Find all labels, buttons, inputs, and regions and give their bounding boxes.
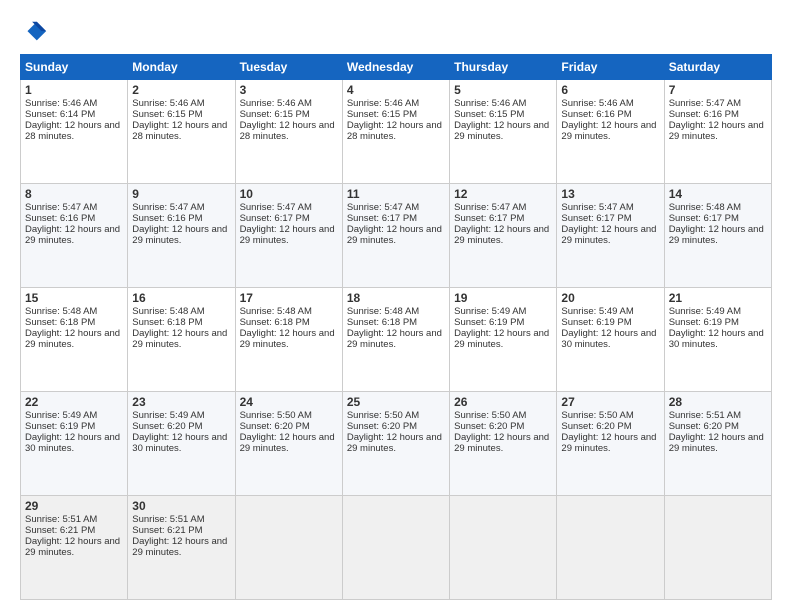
logo (20, 18, 52, 46)
day-header-friday: Friday (557, 55, 664, 80)
calendar-cell: 17Sunrise: 5:48 AMSunset: 6:18 PMDayligh… (235, 288, 342, 392)
calendar-table: SundayMondayTuesdayWednesdayThursdayFrid… (20, 54, 772, 600)
calendar-cell: 4Sunrise: 5:46 AMSunset: 6:15 PMDaylight… (342, 80, 449, 184)
calendar-cell: 9Sunrise: 5:47 AMSunset: 6:16 PMDaylight… (128, 184, 235, 288)
header (20, 18, 772, 46)
calendar-cell: 11Sunrise: 5:47 AMSunset: 6:17 PMDayligh… (342, 184, 449, 288)
day-number: 26 (454, 395, 552, 409)
calendar-cell: 19Sunrise: 5:49 AMSunset: 6:19 PMDayligh… (450, 288, 557, 392)
calendar-week-row: 8Sunrise: 5:47 AMSunset: 6:16 PMDaylight… (21, 184, 772, 288)
calendar-header-row: SundayMondayTuesdayWednesdayThursdayFrid… (21, 55, 772, 80)
calendar-cell (342, 496, 449, 600)
calendar-cell (450, 496, 557, 600)
day-number: 2 (132, 83, 230, 97)
day-number: 20 (561, 291, 659, 305)
day-number: 12 (454, 187, 552, 201)
calendar-cell: 24Sunrise: 5:50 AMSunset: 6:20 PMDayligh… (235, 392, 342, 496)
calendar-cell: 2Sunrise: 5:46 AMSunset: 6:15 PMDaylight… (128, 80, 235, 184)
calendar-cell (664, 496, 771, 600)
day-number: 14 (669, 187, 767, 201)
calendar-cell: 16Sunrise: 5:48 AMSunset: 6:18 PMDayligh… (128, 288, 235, 392)
calendar-cell: 29Sunrise: 5:51 AMSunset: 6:21 PMDayligh… (21, 496, 128, 600)
day-number: 21 (669, 291, 767, 305)
day-number: 11 (347, 187, 445, 201)
day-header-saturday: Saturday (664, 55, 771, 80)
day-number: 1 (25, 83, 123, 97)
day-number: 28 (669, 395, 767, 409)
day-header-sunday: Sunday (21, 55, 128, 80)
calendar-cell: 26Sunrise: 5:50 AMSunset: 6:20 PMDayligh… (450, 392, 557, 496)
day-header-wednesday: Wednesday (342, 55, 449, 80)
calendar-cell: 27Sunrise: 5:50 AMSunset: 6:20 PMDayligh… (557, 392, 664, 496)
calendar-week-row: 29Sunrise: 5:51 AMSunset: 6:21 PMDayligh… (21, 496, 772, 600)
day-number: 8 (25, 187, 123, 201)
calendar-week-row: 1Sunrise: 5:46 AMSunset: 6:14 PMDaylight… (21, 80, 772, 184)
calendar-cell: 3Sunrise: 5:46 AMSunset: 6:15 PMDaylight… (235, 80, 342, 184)
calendar-cell: 22Sunrise: 5:49 AMSunset: 6:19 PMDayligh… (21, 392, 128, 496)
day-header-thursday: Thursday (450, 55, 557, 80)
day-number: 19 (454, 291, 552, 305)
day-number: 3 (240, 83, 338, 97)
calendar-cell (235, 496, 342, 600)
day-number: 27 (561, 395, 659, 409)
day-number: 25 (347, 395, 445, 409)
calendar-week-row: 15Sunrise: 5:48 AMSunset: 6:18 PMDayligh… (21, 288, 772, 392)
day-number: 22 (25, 395, 123, 409)
calendar-cell: 1Sunrise: 5:46 AMSunset: 6:14 PMDaylight… (21, 80, 128, 184)
calendar-cell: 5Sunrise: 5:46 AMSunset: 6:15 PMDaylight… (450, 80, 557, 184)
calendar-cell: 21Sunrise: 5:49 AMSunset: 6:19 PMDayligh… (664, 288, 771, 392)
calendar-cell: 15Sunrise: 5:48 AMSunset: 6:18 PMDayligh… (21, 288, 128, 392)
calendar-cell: 30Sunrise: 5:51 AMSunset: 6:21 PMDayligh… (128, 496, 235, 600)
calendar-week-row: 22Sunrise: 5:49 AMSunset: 6:19 PMDayligh… (21, 392, 772, 496)
day-number: 10 (240, 187, 338, 201)
calendar-cell: 23Sunrise: 5:49 AMSunset: 6:20 PMDayligh… (128, 392, 235, 496)
calendar-cell: 10Sunrise: 5:47 AMSunset: 6:17 PMDayligh… (235, 184, 342, 288)
logo-icon (20, 18, 48, 46)
day-number: 4 (347, 83, 445, 97)
day-number: 7 (669, 83, 767, 97)
day-number: 6 (561, 83, 659, 97)
day-number: 30 (132, 499, 230, 513)
calendar-cell: 14Sunrise: 5:48 AMSunset: 6:17 PMDayligh… (664, 184, 771, 288)
day-number: 15 (25, 291, 123, 305)
calendar-cell (557, 496, 664, 600)
day-header-tuesday: Tuesday (235, 55, 342, 80)
day-number: 17 (240, 291, 338, 305)
day-number: 23 (132, 395, 230, 409)
calendar-cell: 8Sunrise: 5:47 AMSunset: 6:16 PMDaylight… (21, 184, 128, 288)
calendar-cell: 20Sunrise: 5:49 AMSunset: 6:19 PMDayligh… (557, 288, 664, 392)
day-number: 18 (347, 291, 445, 305)
day-number: 13 (561, 187, 659, 201)
day-number: 24 (240, 395, 338, 409)
calendar-cell: 28Sunrise: 5:51 AMSunset: 6:20 PMDayligh… (664, 392, 771, 496)
day-header-monday: Monday (128, 55, 235, 80)
calendar-cell: 6Sunrise: 5:46 AMSunset: 6:16 PMDaylight… (557, 80, 664, 184)
day-number: 29 (25, 499, 123, 513)
calendar-cell: 12Sunrise: 5:47 AMSunset: 6:17 PMDayligh… (450, 184, 557, 288)
day-number: 16 (132, 291, 230, 305)
calendar-cell: 7Sunrise: 5:47 AMSunset: 6:16 PMDaylight… (664, 80, 771, 184)
calendar-cell: 25Sunrise: 5:50 AMSunset: 6:20 PMDayligh… (342, 392, 449, 496)
calendar-cell: 18Sunrise: 5:48 AMSunset: 6:18 PMDayligh… (342, 288, 449, 392)
calendar-cell: 13Sunrise: 5:47 AMSunset: 6:17 PMDayligh… (557, 184, 664, 288)
page: SundayMondayTuesdayWednesdayThursdayFrid… (0, 0, 792, 612)
day-number: 5 (454, 83, 552, 97)
day-number: 9 (132, 187, 230, 201)
